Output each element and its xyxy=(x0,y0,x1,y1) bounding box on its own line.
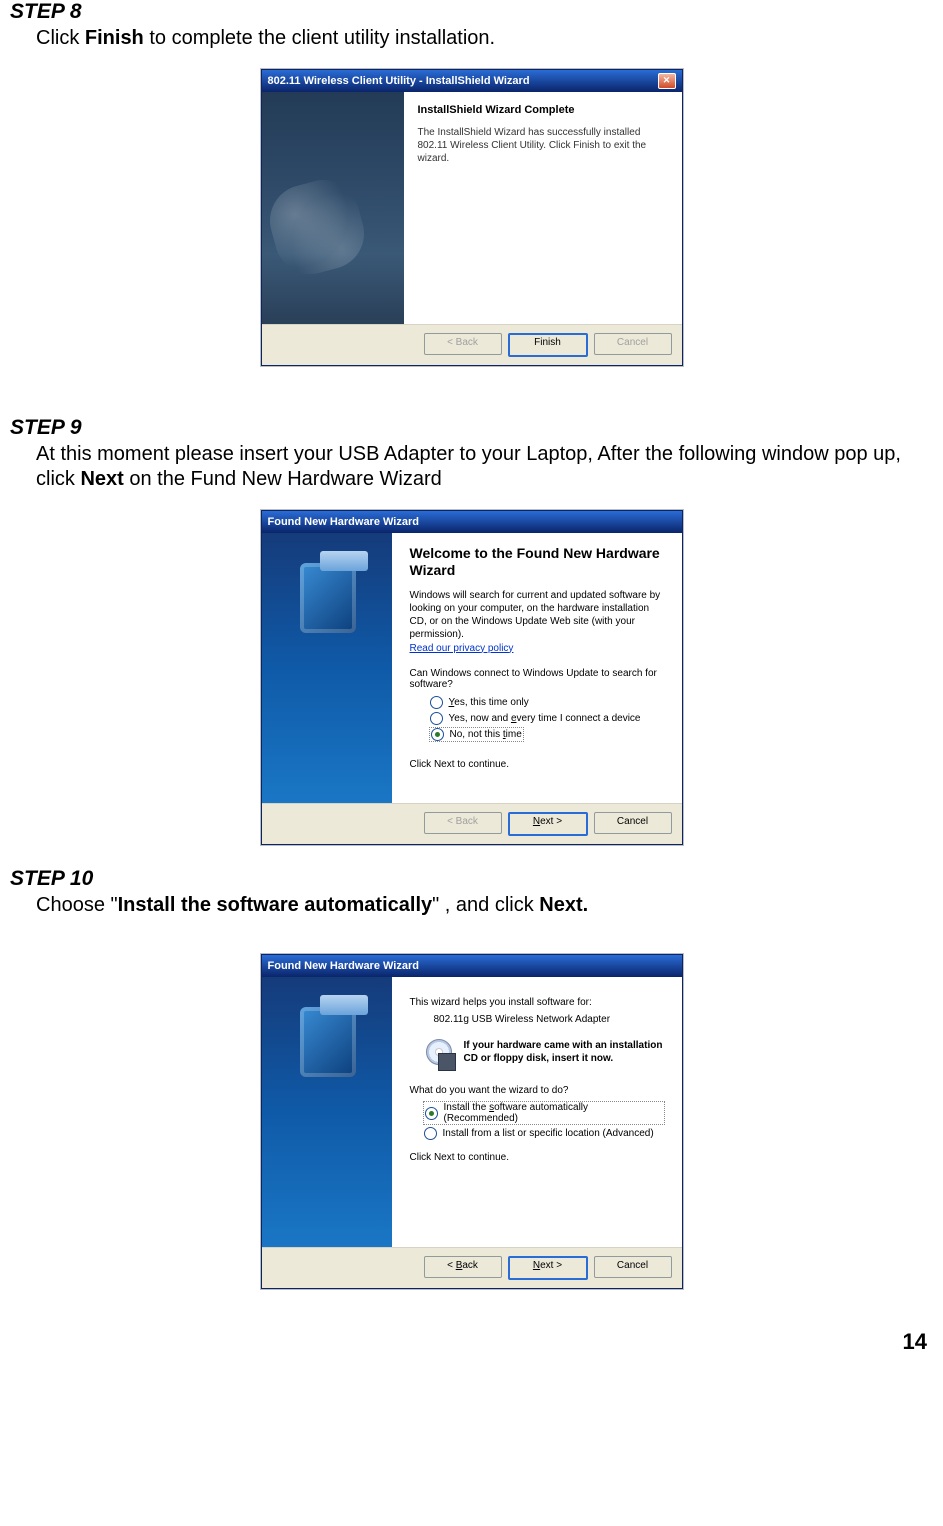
wizard-sidebar-graphic xyxy=(262,533,392,803)
wizard-main: Welcome to the Found New Hardware Wizard… xyxy=(392,533,682,803)
radio-auto[interactable]: Install the software automatically (Reco… xyxy=(424,1102,664,1124)
back-button: < Back xyxy=(424,333,502,355)
dialog-footer: < Back Finish Cancel xyxy=(262,324,682,365)
finish-button[interactable]: Finish xyxy=(508,333,588,357)
installshield-dialog: 802.11 Wireless Client Utility - Install… xyxy=(261,69,683,366)
dialog-sidebar-graphic xyxy=(262,92,404,324)
step9-heading: STEP 9 xyxy=(10,416,933,440)
info-text: If your hardware came with an installati… xyxy=(464,1039,664,1065)
dialog-titlebar: Found New Hardware Wizard xyxy=(262,511,682,533)
dialog-text: The InstallShield Wizard has successfull… xyxy=(418,126,668,165)
dialog-titlebar: 802.11 Wireless Client Utility - Install… xyxy=(262,70,682,92)
radio-label: Yes, now and every time I connect a devi… xyxy=(449,713,641,724)
radio-advanced[interactable]: Install from a list or specific location… xyxy=(424,1127,664,1140)
wizard-sidebar-graphic xyxy=(262,977,392,1247)
wizard-heading: Welcome to the Found New Hardware Wizard xyxy=(410,545,664,579)
radio-group: Yes, this time only Yes, now and every t… xyxy=(430,696,664,741)
privacy-link[interactable]: Read our privacy policy xyxy=(410,643,514,654)
page-number: 14 xyxy=(10,1329,933,1355)
dialog-footer: < Back Next > Cancel xyxy=(262,803,682,844)
dialog-body: InstallShield Wizard Complete The Instal… xyxy=(262,92,682,324)
radio-yes-once[interactable]: Yes, this time only xyxy=(430,696,664,709)
device-name: 802.11g USB Wireless Network Adapter xyxy=(434,1014,664,1025)
fnhw-dialog: Found New Hardware Wizard Welcome to the… xyxy=(261,510,683,845)
titlebar-buttons: ✕ xyxy=(658,73,676,89)
radio-label: Install the software automatically (Reco… xyxy=(444,1102,663,1124)
wizard-desc: Windows will search for current and upda… xyxy=(410,589,664,641)
radio-label: Install from a list or specific location… xyxy=(443,1128,654,1139)
cd-floppy-icon xyxy=(424,1039,454,1069)
back-button[interactable]: < Back xyxy=(424,1256,502,1278)
step10-body: Choose "Install the software automatical… xyxy=(36,893,933,918)
step10-body-prefix: Choose " xyxy=(36,894,118,916)
step10-heading: STEP 10 xyxy=(10,867,933,891)
step8-heading: STEP 8 xyxy=(10,0,933,24)
cancel-button[interactable]: Cancel xyxy=(594,1256,672,1278)
step10-body-mid: " , and click xyxy=(432,894,539,916)
back-button: < Back xyxy=(424,812,502,834)
dialog-body: Welcome to the Found New Hardware Wizard… xyxy=(262,533,682,803)
step8-body-prefix: Click xyxy=(36,27,85,49)
step8-figure: 802.11 Wireless Client Utility - Install… xyxy=(10,69,933,366)
radio-label: Yes, this time only xyxy=(449,697,529,708)
dialog-body: This wizard helps you install software f… xyxy=(262,977,682,1247)
step8-body-suffix: to complete the client utility installat… xyxy=(144,27,495,49)
wizard-helps: This wizard helps you install software f… xyxy=(410,997,664,1008)
radio-icon-checked xyxy=(431,728,444,741)
radio-icon xyxy=(430,696,443,709)
dialog-main: InstallShield Wizard Complete The Instal… xyxy=(404,92,682,324)
radio-group: Install the software automatically (Reco… xyxy=(424,1102,664,1140)
dialog-heading: InstallShield Wizard Complete xyxy=(418,104,668,116)
radio-icon xyxy=(430,712,443,725)
continue-text: Click Next to continue. xyxy=(410,1152,664,1163)
wizard-main: This wizard helps you install software f… xyxy=(392,977,682,1247)
dialog-footer: < Back Next > Cancel xyxy=(262,1247,682,1288)
step9-body-suffix: on the Fund New Hardware Wizard xyxy=(124,468,442,490)
radio-label: No, not this time xyxy=(450,729,522,740)
step8-body-bold: Finish xyxy=(85,27,144,49)
step9-body: At this moment please insert your USB Ad… xyxy=(36,442,933,492)
step9-body-bold: Next xyxy=(80,468,123,490)
continue-text: Click Next to continue. xyxy=(410,759,664,770)
radio-yes-always[interactable]: Yes, now and every time I connect a devi… xyxy=(430,712,664,725)
fnhw-dialog-2: Found New Hardware Wizard This wizard he… xyxy=(261,954,683,1289)
dialog-title: Found New Hardware Wizard xyxy=(268,516,419,528)
step9-figure: Found New Hardware Wizard Welcome to the… xyxy=(10,510,933,845)
cancel-button[interactable]: Cancel xyxy=(594,812,672,834)
step10-body-bold2: Next. xyxy=(539,894,588,916)
radio-icon-checked xyxy=(425,1107,438,1120)
next-button[interactable]: Next > xyxy=(508,1256,588,1280)
radio-icon xyxy=(424,1127,437,1140)
step10-body-bold: Install the software automatically xyxy=(118,894,433,916)
dialog-titlebar: Found New Hardware Wizard xyxy=(262,955,682,977)
wizard-question: Can Windows connect to Windows Update to… xyxy=(410,668,664,690)
next-button[interactable]: Next > xyxy=(508,812,588,836)
step10-figure: Found New Hardware Wizard This wizard he… xyxy=(10,954,933,1289)
dialog-title: Found New Hardware Wizard xyxy=(268,960,419,972)
radio-no[interactable]: No, not this time xyxy=(430,728,523,741)
wizard-question: What do you want the wizard to do? xyxy=(410,1085,664,1096)
step8-body: Click Finish to complete the client util… xyxy=(36,26,933,51)
close-icon[interactable]: ✕ xyxy=(658,73,676,89)
dialog-title: 802.11 Wireless Client Utility - Install… xyxy=(268,75,530,87)
cancel-button: Cancel xyxy=(594,333,672,355)
info-box: If your hardware came with an installati… xyxy=(424,1039,664,1069)
